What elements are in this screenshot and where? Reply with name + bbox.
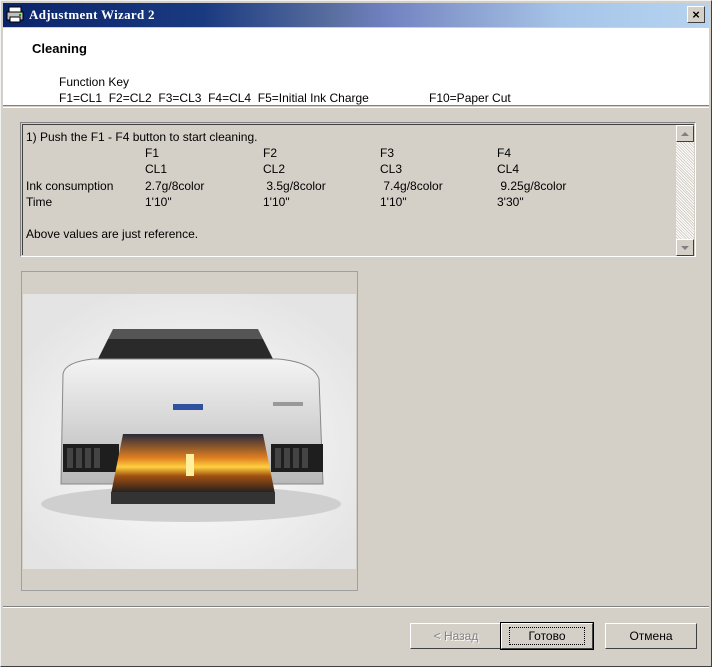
time-value: 1'10" — [145, 195, 172, 209]
column-mode: CL1 — [145, 162, 168, 176]
header-panel: Cleaning Function Key F1=CL1 F2=CL2 F3=C… — [3, 28, 709, 106]
back-button[interactable]: < Назад — [410, 623, 502, 649]
arrow-down-icon — [681, 245, 689, 250]
ink-value: 7.4g/8color — [380, 179, 443, 193]
printer-photo — [23, 294, 356, 569]
column-key: F3 — [380, 146, 395, 160]
instruction-text: 1) Push the F1 - F4 button to start clea… — [26, 130, 258, 144]
finish-button[interactable]: Готово — [500, 622, 594, 650]
title-bar[interactable]: Adjustment Wizard 2 × — [3, 3, 709, 27]
scroll-up-button[interactable] — [676, 125, 694, 142]
column-key: F2 — [263, 146, 278, 160]
column-mode: CL2 — [263, 162, 286, 176]
ink-consumption-label: Ink consumption — [26, 179, 114, 193]
back-button-label: < Назад — [433, 629, 479, 643]
scroll-down-button[interactable] — [676, 239, 694, 256]
time-value: 1'10" — [380, 195, 407, 209]
info-text: 1) Push the F1 - F4 button to start clea… — [26, 128, 670, 255]
cancel-button[interactable]: Отмена — [605, 623, 697, 649]
footer-separator-highlight — [3, 607, 709, 608]
column-mode: CL3 — [380, 162, 403, 176]
window-title: Adjustment Wizard 2 — [29, 7, 155, 22]
arrow-up-icon — [681, 131, 689, 136]
ink-value: 3.5g/8color — [263, 179, 326, 193]
printer-app-icon — [6, 6, 24, 24]
column-key: F4 — [497, 146, 512, 160]
cancel-button-label: Отмена — [629, 629, 673, 643]
time-value: 3'30" — [497, 195, 524, 209]
close-icon: × — [692, 7, 700, 22]
ink-value: 2.7g/8color — [145, 179, 205, 193]
function-key-paper-cut: F10=Paper Cut — [429, 91, 511, 105]
info-textarea[interactable]: 1) Push the F1 - F4 button to start clea… — [20, 122, 696, 257]
ink-value: 9.25g/8color — [497, 179, 567, 193]
header-separator — [3, 107, 709, 108]
page-title: Cleaning — [32, 41, 87, 56]
reference-note: Above values are just reference. — [26, 227, 199, 241]
finish-button-label: Готово — [509, 627, 585, 645]
close-button[interactable]: × — [687, 6, 705, 23]
function-key-title: Function Key — [59, 75, 130, 89]
column-mode: CL4 — [497, 162, 520, 176]
time-value: 1'10" — [263, 195, 290, 209]
printer-image-frame — [21, 271, 358, 591]
function-key-list: F1=CL1 F2=CL2 F3=CL3 F4=CL4 F5=Initial I… — [59, 91, 369, 105]
vertical-scrollbar[interactable] — [676, 125, 694, 256]
time-label: Time — [26, 195, 53, 209]
wizard-window: Adjustment Wizard 2 × Cleaning Function … — [0, 0, 712, 667]
column-key: F1 — [145, 146, 160, 160]
